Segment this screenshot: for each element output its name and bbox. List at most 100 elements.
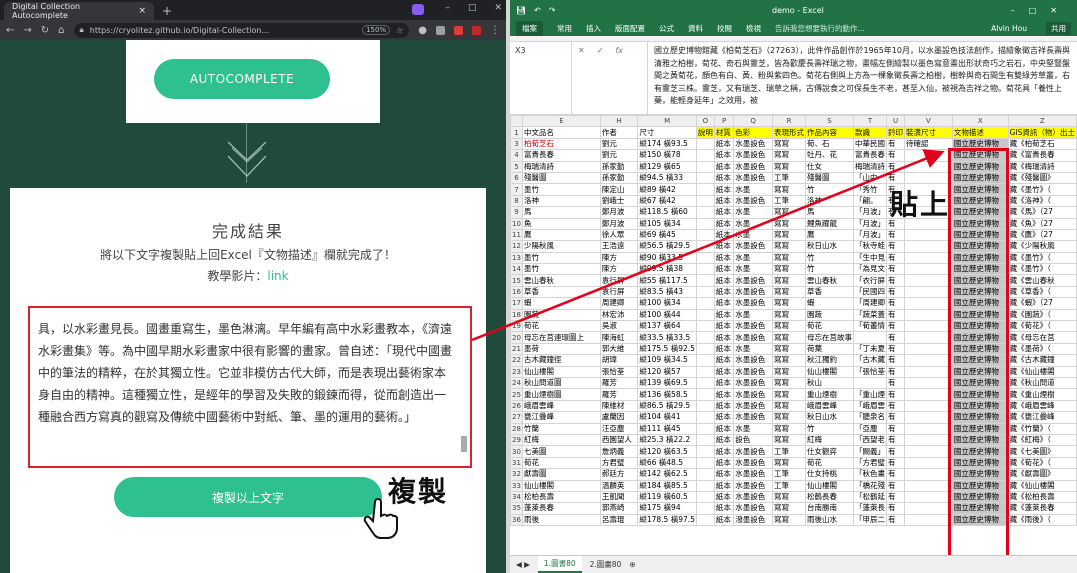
table-cell[interactable]: 縱69 橫45	[637, 228, 697, 242]
table-cell[interactable]	[904, 149, 953, 162]
function-icon[interactable]: fx	[615, 46, 623, 110]
table-cell[interactable]: 「甲辰二	[853, 513, 888, 527]
table-cell[interactable]: 「蔬菜蓋	[853, 308, 888, 322]
table-cell[interactable]: 寫寫	[772, 502, 807, 515]
table-cell[interactable]: 藏《梅瑞清詩	[1007, 160, 1077, 173]
table-cell[interactable]: 仙山樓閣	[805, 365, 855, 379]
table-cell[interactable]: 陳方	[599, 251, 639, 265]
table-cell[interactable]: 紙本	[713, 160, 735, 173]
column-header[interactable]: O	[695, 115, 715, 128]
row-number[interactable]: 21	[510, 342, 523, 356]
table-cell[interactable]: 有	[886, 274, 906, 287]
table-cell[interactable]	[695, 149, 715, 162]
table-cell[interactable]: 少陽秋風	[521, 240, 601, 253]
table-cell[interactable]: 國立歷史博物	[951, 251, 1009, 265]
table-cell[interactable]: 藏《紅梅》（	[1007, 433, 1077, 447]
table-cell[interactable]: 胡璋	[599, 354, 639, 367]
table-cell[interactable]	[695, 422, 715, 435]
table-cell[interactable]: 水墨設色	[733, 456, 774, 470]
table-cell[interactable]: 西園望人	[599, 433, 639, 447]
table-cell[interactable]: 國立歷史博物	[951, 240, 1009, 253]
table-cell[interactable]: 重山煙樹圖	[521, 388, 601, 401]
table-cell[interactable]: 寫寫	[772, 251, 807, 265]
table-cell[interactable]	[904, 411, 953, 424]
row-number[interactable]: 27	[510, 411, 523, 424]
table-cell[interactable]: 富貴長春	[521, 149, 601, 162]
table-cell[interactable]: 藏《墨竹》（	[1007, 183, 1077, 196]
table-cell[interactable]: 水墨設色	[733, 331, 774, 344]
table-cell[interactable]: 國立歷史博物	[951, 320, 1009, 333]
table-cell[interactable]	[904, 433, 953, 447]
table-cell[interactable]: 「重山煙	[853, 388, 888, 401]
column-header[interactable]: Z	[1007, 115, 1077, 128]
table-cell[interactable]: 國立歷史博物	[951, 217, 1009, 230]
table-cell[interactable]: 峨眉雲峰	[805, 399, 855, 413]
table-cell[interactable]	[904, 513, 953, 527]
table-cell[interactable]	[904, 354, 953, 367]
table-cell[interactable]: 有	[886, 342, 906, 356]
table-cell[interactable]: 紙本	[713, 479, 735, 492]
table-cell[interactable]: 水墨設色	[733, 274, 774, 287]
row-number[interactable]: 18	[510, 308, 523, 322]
table-cell[interactable]	[695, 171, 715, 185]
sheet-table[interactable]: EHMOPQRSTUVXZ 1 中文品名 作者 尺寸 說明 材質 色彩 表現形式 作品內容 款識鈐…	[510, 115, 1077, 527]
table-cell[interactable]: 「荀叢情	[853, 320, 888, 333]
table-cell[interactable]: 墨竹	[521, 251, 601, 265]
row-number[interactable]: 14	[510, 263, 523, 276]
table-cell[interactable]: 梅瑞清詩	[853, 160, 888, 173]
table-cell[interactable]: 國立歷史博物	[951, 456, 1009, 470]
table-cell[interactable]	[904, 160, 953, 173]
row-number[interactable]: 5	[510, 160, 523, 173]
table-cell[interactable]: 縱67 橫42	[637, 194, 697, 208]
table-cell[interactable]: 周建卿	[599, 297, 639, 310]
table-cell[interactable]	[904, 228, 953, 242]
table-cell[interactable]: 縱105 橫34	[637, 217, 697, 230]
table-cell[interactable]: 鷹	[805, 228, 855, 242]
table-cell[interactable]: 縱119 橫60.5	[637, 490, 697, 504]
table-cell[interactable]: 寫寫	[772, 263, 807, 276]
table-cell[interactable]: 竹蘭	[521, 422, 601, 435]
table-cell[interactable]: 紙本	[713, 342, 735, 356]
table-cell[interactable]: 國立歷史博物	[951, 376, 1009, 390]
table-cell[interactable]: 國立歷史博物	[951, 490, 1009, 504]
table-cell[interactable]: 紙本	[713, 331, 735, 344]
table-cell[interactable]	[695, 433, 715, 447]
table-cell[interactable]	[695, 388, 715, 401]
table-cell[interactable]: 國立歷史博物	[951, 183, 1009, 196]
table-cell[interactable]: 郭燕崎	[599, 502, 639, 515]
table-cell[interactable]: 紙本	[713, 228, 735, 242]
table-cell[interactable]: 紙本	[713, 217, 735, 230]
header-cell[interactable]: 作品內容	[805, 126, 855, 139]
table-cell[interactable]: 有	[886, 297, 906, 310]
row-number[interactable]: 1	[510, 126, 523, 139]
table-cell[interactable]: 有	[886, 149, 906, 162]
table-cell[interactable]: 有	[886, 490, 906, 504]
table-cell[interactable]: 鄭月波	[599, 206, 639, 219]
tab-formulas[interactable]: 公式	[659, 23, 674, 34]
table-cell[interactable]: 劉峨士	[599, 194, 639, 208]
tab-insert[interactable]: 插入	[586, 23, 601, 34]
table-cell[interactable]: 寫寫	[772, 137, 807, 151]
row-number[interactable]: 28	[510, 422, 523, 435]
table-cell[interactable]: 縱178.5 橫97.5	[637, 513, 697, 527]
table-cell[interactable]	[695, 331, 715, 344]
table-cell[interactable]: 水墨設色	[733, 149, 774, 162]
table-cell[interactable]: 紙本	[713, 320, 735, 333]
table-cell[interactable]: 寫寫	[772, 388, 807, 401]
table-cell[interactable]: 藏《秋山問道	[1007, 376, 1077, 390]
table-cell[interactable]: 紙本	[713, 171, 735, 185]
table-cell[interactable]	[695, 183, 715, 196]
table-cell[interactable]: 水墨設色	[733, 376, 774, 390]
table-cell[interactable]: 藏《仙山樓閣	[1007, 365, 1077, 379]
table-cell[interactable]	[904, 490, 953, 504]
table-cell[interactable]	[695, 513, 715, 527]
table-cell[interactable]: 縱25.3 橫22.2	[637, 433, 697, 447]
table-cell[interactable]	[904, 308, 953, 322]
table-cell[interactable]: 縱118.5 橫60	[637, 206, 697, 219]
table-cell[interactable]: 竹	[805, 251, 855, 265]
table-cell[interactable]	[695, 251, 715, 265]
table-cell[interactable]: 寫寫	[772, 149, 807, 162]
table-cell[interactable]: 溫麟英	[599, 479, 639, 492]
row-number[interactable]: 10	[510, 217, 523, 230]
row-number[interactable]: 25	[510, 388, 523, 401]
